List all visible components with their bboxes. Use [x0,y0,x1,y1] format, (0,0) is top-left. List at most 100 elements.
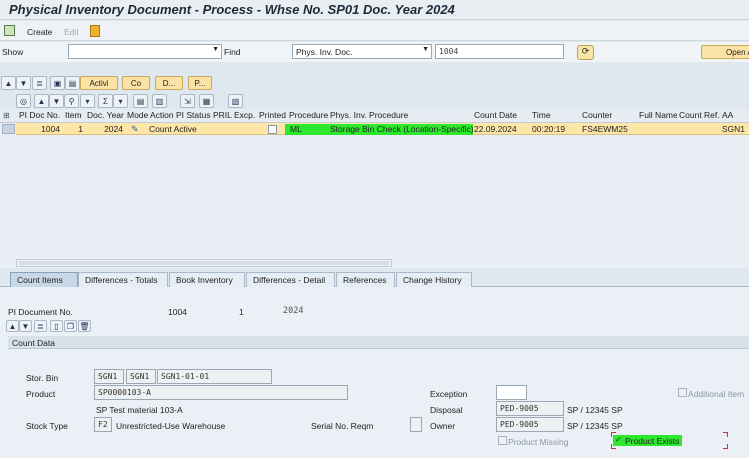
activate-button[interactable]: Activi [80,76,118,90]
layout-icon[interactable]: ▦ [199,94,214,108]
copy-icon[interactable]: ❐ [64,320,77,332]
owner-field: PED-9005 [496,417,564,432]
count-data-header: Count Data [8,336,749,349]
stor-bin-label: Stor. Bin [26,373,59,383]
detail-icon[interactable]: ≣ [32,76,47,90]
print-icon[interactable]: ▤ [65,76,80,90]
cell-aa: SGN1 [721,124,745,134]
col-doc-year[interactable]: Doc. Year [85,110,125,123]
sum-icon[interactable]: Σ [98,94,113,108]
printed-checkbox[interactable] [268,125,277,134]
cell-status: Count Active [149,124,197,134]
tab-references[interactable]: References [336,272,395,287]
disposal-field: PED-9005 [496,401,564,416]
focus-corner-tl [611,432,616,437]
pi-doc-label: PI Document No. [8,307,73,317]
col-full-name[interactable]: Full Name [637,110,677,123]
additional-item-label: Additional Item [688,389,745,399]
new-document-icon[interactable]: ▯ [50,320,63,332]
cell-doc-year: 2024 [104,124,123,134]
tab-change-history[interactable]: Change History [396,272,472,287]
print-preview-icon[interactable]: ▤ [133,94,148,108]
section-title: Count Data [12,338,55,348]
cell-phys-inv-procedure: Storage Bin Check (Location-Specific) [330,124,473,134]
product-description: SP Test material 103-A [96,405,183,415]
expand-icon[interactable]: ▲ [1,76,16,90]
open-all-button[interactable]: Open A [701,45,749,59]
col-mode[interactable]: Mode [125,110,149,123]
col-action[interactable]: Action [148,110,175,123]
filter-icon[interactable]: ⚲ [64,94,79,108]
owner-label: Owner [430,421,456,431]
alv-toolbar: ◎ ▲ ▼ ⚲ ▾ Σ ▾ ▤ ▥ ⇲ ▦ ▧ [0,93,749,109]
views-icon[interactable]: ▥ [152,94,167,108]
row-selector[interactable] [2,124,15,134]
edit-button[interactable]: Edit [64,27,79,37]
create-button[interactable]: Create [27,27,53,37]
find-label: Find [224,47,241,57]
col-time[interactable]: Time [530,110,580,123]
chevron-down-icon: ▼ [422,46,429,53]
refresh-icon[interactable]: ◎ [16,94,31,108]
pencil-icon[interactable]: ✎ [131,124,141,134]
save-icon[interactable]: ▣ [50,76,65,90]
serial-label: Serial No. Reqm [311,421,374,431]
delete-icon[interactable]: 🗑 [78,320,91,332]
col-aa[interactable]: AA [720,110,749,123]
bin-field-3: SGN1-01-01 [157,369,272,384]
col-pi-doc-no[interactable]: PI Doc No. [17,110,62,123]
show-label: Show [2,47,24,57]
owner-description: SP / 12345 SP [567,421,623,431]
export-icon[interactable]: ⇲ [180,94,195,108]
find-input[interactable]: 1004 [435,44,564,59]
col-pi-status[interactable]: PI Status [174,110,212,123]
select-all-icon[interactable]: ⊞ [3,111,10,120]
show-select[interactable]: ▼ [68,44,222,59]
stock-type-label: Stock Type [26,421,68,431]
col-count-ref[interactable]: Count Ref. [677,110,720,123]
horizontal-scrollbar[interactable] [16,259,392,267]
pi-doc-value: 1004 [168,307,187,317]
product-exists-check-icon[interactable]: ✓ [615,435,622,444]
col-count-date[interactable]: Count Date [472,110,530,123]
col-printed[interactable]: Printed [257,110,288,123]
tab-differences-totals[interactable]: Differences - Totals [78,272,168,287]
exception-input[interactable] [496,385,527,400]
product-field: SP0000103-A [94,385,348,400]
expand-icon[interactable]: ▲ [6,320,19,332]
col-counter[interactable]: Counter [580,110,637,123]
graphic-icon[interactable]: ▧ [228,94,243,108]
scroll-thumb[interactable] [19,261,389,265]
display-change-icon[interactable] [4,25,15,36]
additional-item-checkbox[interactable] [678,388,687,397]
cell-procedure: ML [290,124,302,134]
col-item[interactable]: Item [63,110,85,123]
col-phys-inv-procedure[interactable]: Phys. Inv. Procedure [328,110,472,123]
tab-differences-detail[interactable]: Differences - Detail [246,272,335,287]
stock-type-description: Unrestricted-Use Warehouse [116,421,226,431]
delete-button[interactable]: D... [155,76,183,90]
product-missing-checkbox[interactable] [498,436,507,445]
collapse-icon[interactable]: ▼ [19,320,32,332]
pi-item-value: 1 [239,307,244,317]
tab-book-inventory[interactable]: Book Inventory [169,272,245,287]
sort-asc-icon[interactable]: ▲ [34,94,49,108]
collapse-icon[interactable]: ▼ [16,76,31,90]
subtotal-icon[interactable]: ▾ [113,94,128,108]
col-procedure[interactable]: Procedure [287,110,329,123]
app-toolbar: Create Edit [0,21,749,41]
execute-search-icon[interactable]: ⟳ [577,45,594,60]
tab-count-items[interactable]: Count Items [10,272,78,287]
sort-desc-icon[interactable]: ▼ [49,94,64,108]
count-button[interactable]: Co [122,76,150,90]
filter-options-icon[interactable]: ▾ [80,94,95,108]
focus-corner-br [723,444,728,449]
action-row: ▲ ▼ ≣ ▣ ▤ Activi Co D... P... [0,74,749,92]
find-select[interactable]: Phys. Inv. Doc. ▼ [292,44,432,59]
detail-icon[interactable]: ≣ [34,320,47,332]
serial-field [410,417,422,432]
cell-item: 1 [78,124,83,134]
post-button[interactable]: P... [188,76,212,90]
col-pril-excp[interactable]: PRIL Excp. [211,110,257,123]
document-icon[interactable] [90,25,100,37]
